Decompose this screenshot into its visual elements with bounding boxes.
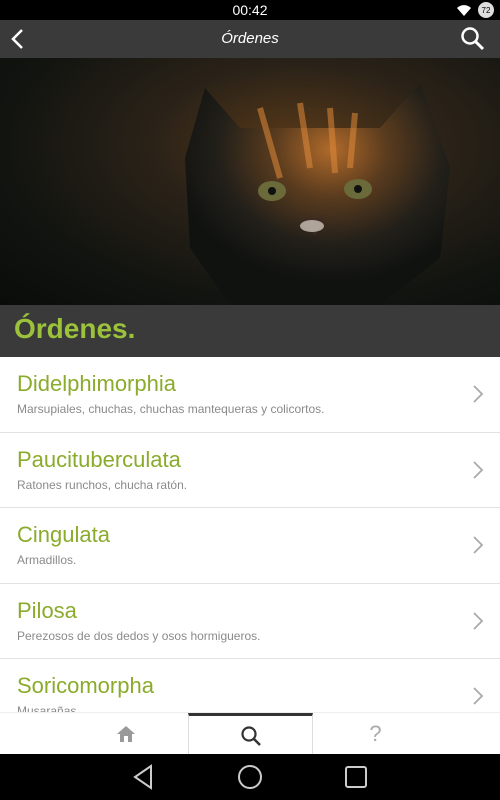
order-description: Armadillos. (17, 553, 77, 567)
android-nav-bar (0, 754, 500, 800)
toolbar-title: Órdenes (221, 30, 279, 47)
order-name: Didelphimorphia (17, 371, 176, 396)
recents-square-icon[interactable] (341, 762, 371, 792)
status-bar: 00:42 72 (0, 0, 500, 20)
nav-home-tab[interactable] (63, 713, 188, 755)
back-triangle-icon[interactable] (129, 762, 159, 792)
list-item[interactable]: Didelphimorphia Marsupiales, chuchas, ch… (0, 357, 500, 433)
order-name: Paucituberculata (17, 446, 181, 472)
home-circle-icon[interactable] (235, 762, 265, 792)
list-item[interactable]: Cingulata Armadillos. (0, 508, 500, 584)
order-name: Pilosa (17, 597, 77, 623)
order-name: Cingulata (17, 522, 110, 547)
cat-illustration (185, 83, 450, 305)
battery-icon: 72 (478, 2, 494, 18)
section-title: Órdenes. (14, 313, 136, 344)
search-icon[interactable] (460, 26, 486, 52)
status-icons: 72 (456, 2, 494, 18)
chevron-right-icon (473, 460, 484, 479)
chevron-right-icon (473, 385, 484, 403)
list-item[interactable]: Paucituberculata Ratones runchos, chucha… (0, 432, 500, 508)
order-description: Ratones runchos, chucha ratón. (17, 477, 188, 492)
order-name: Soricomorpha (17, 673, 154, 698)
hero-image (0, 58, 500, 305)
wifi-icon (457, 5, 471, 16)
chevron-right-icon (473, 536, 484, 554)
order-description: Marsupiales, chuchas, chuchas mantequera… (17, 402, 325, 416)
order-description: Perezosos de dos dedos y osos hormiguero… (17, 628, 261, 643)
bottom-nav: ? (0, 712, 500, 755)
list-item[interactable]: Pilosa Perezosos de dos dedos y osos hor… (0, 583, 500, 659)
chevron-right-icon (473, 687, 484, 705)
search-icon (240, 725, 261, 746)
chevron-right-icon (473, 611, 484, 630)
app-toolbar: Órdenes (0, 20, 500, 58)
status-time: 00:42 (232, 2, 268, 18)
orders-list: Didelphimorphia Marsupiales, chuchas, ch… (0, 357, 500, 719)
help-icon: ? (369, 721, 382, 746)
section-header: Órdenes. (0, 305, 500, 357)
nav-search-tab[interactable] (188, 713, 313, 755)
nav-help-tab[interactable]: ? (313, 713, 438, 755)
home-icon (116, 726, 135, 742)
list-item[interactable]: Soricomorpha Musarañas (0, 659, 500, 719)
